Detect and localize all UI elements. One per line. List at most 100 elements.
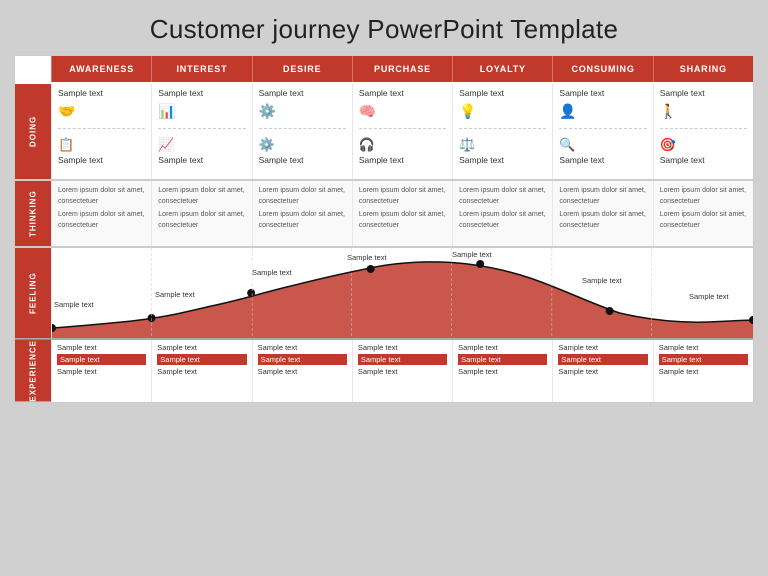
doing-icon-5-bot: 🔍	[559, 137, 575, 153]
doing-text-2-top: Sample text	[259, 88, 304, 98]
thinking-lorem-4a: Lorem ipsum dolor sit amet, consectetuer	[459, 186, 546, 207]
thinking-lorem-0a: Lorem ipsum dolor sit amet, consectetuer	[58, 186, 145, 207]
exp-text-1-0: Sample text	[157, 343, 246, 352]
doing-text-4-bot: Sample text	[459, 155, 504, 165]
exp-text-5-1: Sample text	[558, 354, 647, 365]
doing-icon-3-top: 🧠	[359, 103, 376, 120]
exp-text-2-1: Sample text	[258, 354, 347, 365]
exp-cell-2: Sample text Sample text Sample text	[252, 340, 352, 402]
exp-text-2-0: Sample text	[258, 343, 347, 352]
thinking-lorem-6a: Lorem ipsum dolor sit amet, consectetuer	[660, 186, 747, 207]
doing-icon-2-top: ⚙️	[259, 103, 276, 120]
doing-content: Sample text 🤝 📋 Sample text Sample text …	[51, 84, 753, 179]
header-cell-desire: DESIRE	[252, 56, 352, 82]
exp-text-4-1: Sample text	[458, 354, 547, 365]
doing-section: DOING Sample text 🤝 📋 Sample text Sample…	[15, 82, 753, 179]
exp-text-3-1: Sample text	[358, 354, 447, 365]
exp-text-2-2: Sample text	[258, 367, 347, 376]
experience-section: EXPERIENCE Sample text Sample text Sampl…	[15, 338, 753, 402]
doing-icon-0-top: 🤝	[58, 103, 75, 120]
header-cell-consuming: CONSUMING	[552, 56, 652, 82]
feeling-row-label: FEELING	[15, 248, 51, 338]
feeling-section: FEELING Sample text Sample text Sample	[15, 246, 753, 338]
thinking-lorem-1a: Lorem ipsum dolor sit amet, consectetuer	[158, 186, 245, 207]
header-cell-sharing: SHARING	[653, 56, 753, 82]
thinking-cell-0: Lorem ipsum dolor sit amet, consectetuer…	[51, 181, 151, 246]
doing-text-1-top: Sample text	[158, 88, 203, 98]
header-cell-interest: INTEREST	[151, 56, 251, 82]
thinking-lorem-6b: Lorem ipsum dolor sit amet, consectetuer	[660, 210, 747, 231]
doing-cell-4: Sample text 💡 ⚖️ Sample text	[452, 84, 552, 179]
thinking-lorem-1b: Lorem ipsum dolor sit amet, consectetuer	[158, 210, 245, 231]
exp-text-3-0: Sample text	[358, 343, 447, 352]
doing-cell-5: Sample text 👤 🔍 Sample text	[552, 84, 652, 179]
doing-cell-2: Sample text ⚙️ ⚙️ Sample text	[252, 84, 352, 179]
thinking-lorem-0b: Lorem ipsum dolor sit amet, consectetuer	[58, 210, 145, 231]
thinking-lorem-5a: Lorem ipsum dolor sit amet, consectetuer	[559, 186, 646, 207]
doing-text-5-top: Sample text	[559, 88, 604, 98]
exp-text-0-2: Sample text	[57, 367, 146, 376]
main-table: AWARENESS INTEREST DESIRE PURCHASE LOYAL…	[14, 55, 754, 403]
exp-text-1-2: Sample text	[157, 367, 246, 376]
doing-icon-1-top: 📊	[158, 103, 175, 120]
exp-cell-6: Sample text Sample text Sample text	[653, 340, 753, 402]
thinking-content: Lorem ipsum dolor sit amet, consectetuer…	[51, 181, 753, 246]
exp-text-3-2: Sample text	[358, 367, 447, 376]
thinking-lorem-5b: Lorem ipsum dolor sit amet, consectetuer	[559, 210, 646, 231]
thinking-lorem-3b: Lorem ipsum dolor sit amet, consectetuer	[359, 210, 446, 231]
doing-text-6-bot: Sample text	[660, 155, 705, 165]
header-row: AWARENESS INTEREST DESIRE PURCHASE LOYAL…	[15, 56, 753, 82]
doing-icon-4-top: 💡	[459, 103, 476, 120]
doing-row-label: DOING	[15, 84, 51, 179]
doing-icon-0-bot: 📋	[58, 137, 74, 153]
exp-text-5-2: Sample text	[558, 367, 647, 376]
doing-cell-6: Sample text 🚶 🎯 Sample text	[653, 84, 753, 179]
experience-row-label: EXPERIENCE	[15, 340, 51, 402]
thinking-cell-3: Lorem ipsum dolor sit amet, consectetuer…	[352, 181, 452, 246]
exp-text-0-0: Sample text	[57, 343, 146, 352]
doing-icon-6-top: 🚶	[660, 103, 677, 120]
doing-icon-1-bot: 📈	[158, 137, 174, 153]
doing-cell-1: Sample text 📊 📈 Sample text	[151, 84, 251, 179]
exp-text-0-1: Sample text	[57, 354, 146, 365]
exp-cell-5: Sample text Sample text Sample text	[552, 340, 652, 402]
feeling-label-5: Sample text	[582, 276, 622, 285]
header-cell-loyalty: LOYALTY	[452, 56, 552, 82]
thinking-row-label: THINKING	[15, 181, 51, 246]
doing-icon-3-bot: 🎧	[359, 137, 375, 153]
doing-text-5-bot: Sample text	[559, 155, 604, 165]
thinking-section: THINKING Lorem ipsum dolor sit amet, con…	[15, 179, 753, 246]
doing-text-0-top: Sample text	[58, 88, 103, 98]
exp-cell-3: Sample text Sample text Sample text	[352, 340, 452, 402]
exp-text-4-0: Sample text	[458, 343, 547, 352]
thinking-cell-2: Lorem ipsum dolor sit amet, consectetuer…	[252, 181, 352, 246]
thinking-lorem-2a: Lorem ipsum dolor sit amet, consectetuer	[259, 186, 346, 207]
exp-text-4-2: Sample text	[458, 367, 547, 376]
feeling-label-4: Sample text	[452, 250, 492, 259]
doing-icon-4-bot: ⚖️	[459, 137, 475, 153]
thinking-cell-5: Lorem ipsum dolor sit amet, consectetuer…	[552, 181, 652, 246]
thinking-cell-4: Lorem ipsum dolor sit amet, consectetuer…	[452, 181, 552, 246]
feeling-content: Sample text Sample text Sample text Samp…	[51, 248, 753, 338]
feeling-label-3: Sample text	[347, 253, 387, 262]
doing-text-1-bot: Sample text	[158, 155, 203, 165]
doing-text-3-top: Sample text	[359, 88, 404, 98]
doing-text-3-bot: Sample text	[359, 155, 404, 165]
feeling-label-2: Sample text	[252, 268, 292, 277]
header-cell-awareness: AWARENESS	[51, 56, 151, 82]
exp-text-6-1: Sample text	[659, 354, 748, 365]
thinking-cell-6: Lorem ipsum dolor sit amet, consectetuer…	[653, 181, 753, 246]
feeling-label-1: Sample text	[155, 290, 195, 299]
exp-text-6-0: Sample text	[659, 343, 748, 352]
header-cell-purchase: PURCHASE	[352, 56, 452, 82]
exp-text-1-1: Sample text	[157, 354, 246, 365]
exp-cell-1: Sample text Sample text Sample text	[151, 340, 251, 402]
doing-text-0-bot: Sample text	[58, 155, 103, 165]
doing-text-6-top: Sample text	[660, 88, 705, 98]
doing-icon-2-bot: ⚙️	[259, 137, 275, 153]
doing-icon-5-top: 👤	[559, 103, 576, 120]
experience-content: Sample text Sample text Sample text Samp…	[51, 340, 753, 402]
exp-cell-4: Sample text Sample text Sample text	[452, 340, 552, 402]
doing-icon-6-bot: 🎯	[660, 137, 676, 153]
doing-text-4-top: Sample text	[459, 88, 504, 98]
